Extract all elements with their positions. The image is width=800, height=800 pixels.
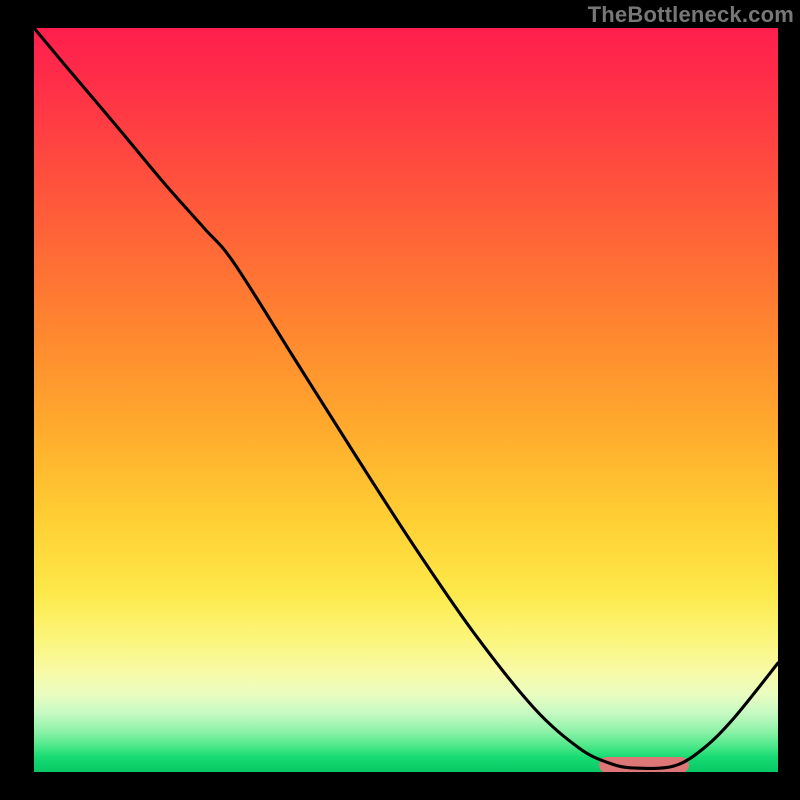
plot-area <box>34 28 778 772</box>
chart-frame: TheBottleneck.com <box>0 0 800 800</box>
watermark-label: TheBottleneck.com <box>588 2 794 28</box>
bottleneck-curve-svg <box>34 28 778 772</box>
bottleneck-curve <box>34 28 778 768</box>
